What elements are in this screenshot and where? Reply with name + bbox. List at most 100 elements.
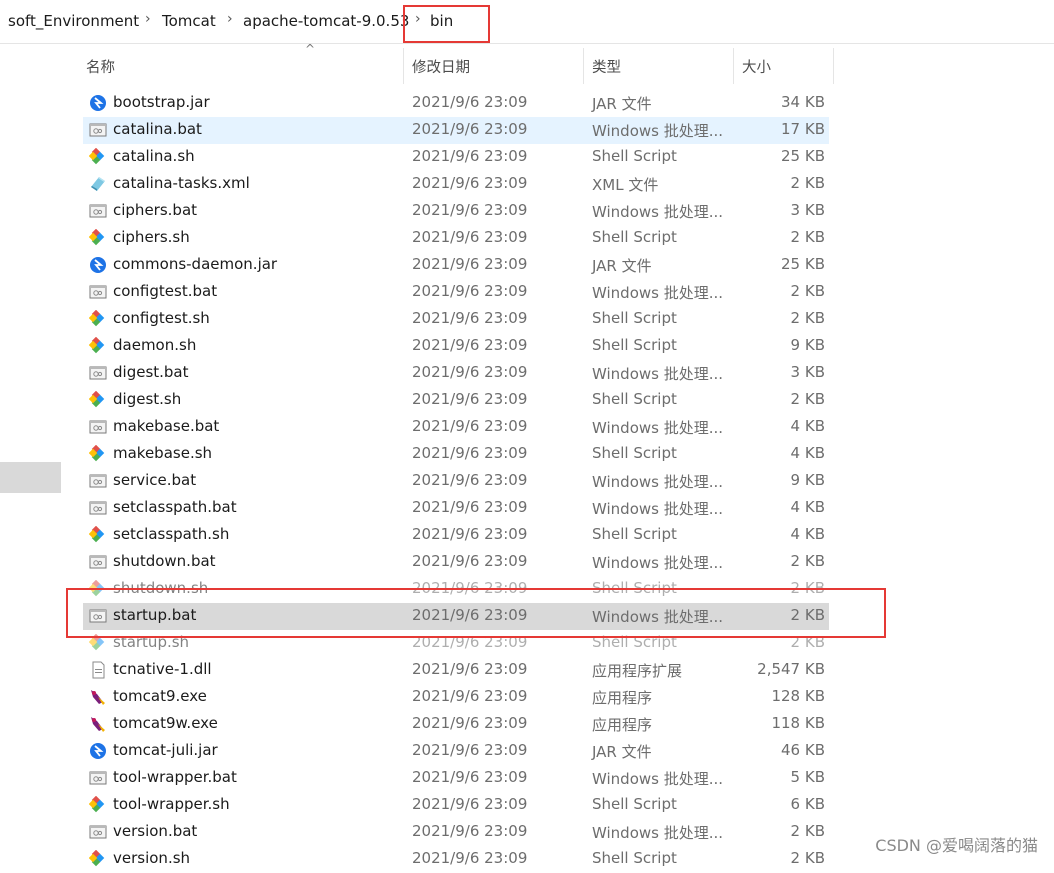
breadcrumb-item-soft-environment[interactable]: soft_Environment	[8, 12, 139, 30]
file-type: Windows 批处理...	[592, 419, 724, 437]
table-row[interactable]: setclasspath.sh 2021/9/6 23:09 Shell Scrip…	[83, 522, 829, 549]
file-size: 2,547 KB	[757, 660, 825, 678]
file-type: Shell Script	[592, 579, 677, 597]
table-row[interactable]: catalina.sh 2021/9/6 23:09 Shell Script 25 …	[83, 144, 829, 171]
table-row[interactable]: tomcat-juli.jar 2021/9/6 23:09 JAR 文件 46 KB	[83, 738, 829, 765]
file-type: 应用程序扩展	[592, 662, 683, 680]
table-row[interactable]: commons-daemon.jar 2021/9/6 23:09 JAR 文件 25…	[83, 252, 829, 279]
sh-icon	[88, 633, 107, 652]
file-name: configtest.sh	[113, 309, 210, 327]
bat-icon	[89, 769, 107, 787]
table-row[interactable]: ciphers.sh 2021/9/6 23:09 Shell Script 2 KB	[83, 225, 829, 252]
table-row[interactable]: makebase.sh 2021/9/6 23:09 Shell Script 4 K…	[83, 441, 829, 468]
file-type: JAR 文件	[592, 257, 652, 275]
table-row[interactable]: configtest.sh 2021/9/6 23:09 Shell Script 2…	[83, 306, 829, 333]
file-name: makebase.bat	[113, 417, 220, 435]
table-row[interactable]: daemon.sh 2021/9/6 23:09 Shell Script 9 KB	[83, 333, 829, 360]
file-type: Shell Script	[592, 444, 677, 462]
table-row[interactable]: bootstrap.jar 2021/9/6 23:09 JAR 文件 34 KB	[83, 90, 829, 117]
file-type: Shell Script	[592, 390, 677, 408]
table-row[interactable]: startup.sh 2021/9/6 23:09 Shell Script 2 KB	[83, 630, 829, 657]
column-header-type[interactable]: 类型	[592, 56, 621, 77]
file-size: 2 KB	[790, 390, 825, 408]
column-header-name[interactable]: 名称	[86, 56, 115, 77]
file-date: 2021/9/6 23:09	[412, 390, 528, 408]
file-name: ciphers.sh	[113, 228, 190, 246]
file-date: 2021/9/6 23:09	[412, 687, 528, 705]
table-row[interactable]: version.bat 2021/9/6 23:09 Windows 批处理... 2…	[83, 819, 829, 846]
column-header-date[interactable]: 修改日期	[412, 56, 470, 77]
file-size: 4 KB	[790, 498, 825, 516]
chevron-right-icon[interactable]: ›	[227, 11, 233, 27]
file-name: shutdown.bat	[113, 552, 216, 570]
table-row[interactable]: digest.sh 2021/9/6 23:09 Shell Script 2 KB	[83, 387, 829, 414]
table-row[interactable]: makebase.bat 2021/9/6 23:09 Windows 批处理...…	[83, 414, 829, 441]
table-row[interactable]: tool-wrapper.bat 2021/9/6 23:09 Windows 批处…	[83, 765, 829, 792]
bat-icon	[89, 553, 107, 571]
file-size: 6 KB	[790, 795, 825, 813]
file-date: 2021/9/6 23:09	[412, 174, 528, 192]
table-row[interactable]: catalina.bat 2021/9/6 23:09 Windows 批处理...…	[83, 117, 829, 144]
navigation-pane-selected-item[interactable]	[0, 462, 61, 493]
column-divider[interactable]	[733, 48, 734, 84]
bat-icon	[89, 607, 107, 625]
file-size: 128 KB	[771, 687, 825, 705]
table-row[interactable]: tool-wrapper.sh 2021/9/6 23:09 Shell Scrip…	[83, 792, 829, 819]
table-row[interactable]: service.bat 2021/9/6 23:09 Windows 批处理... 9…	[83, 468, 829, 495]
file-name: catalina.bat	[113, 120, 202, 138]
column-header-size[interactable]: 大小	[742, 56, 771, 77]
table-row[interactable]: tcnative-1.dll 2021/9/6 23:09 应用程序扩展 2,547 …	[83, 657, 829, 684]
watermark: CSDN @爱喝阔落的猫	[875, 836, 1038, 855]
chevron-right-icon[interactable]: ›	[415, 11, 421, 27]
file-name: tool-wrapper.bat	[113, 768, 237, 786]
file-size: 3 KB	[790, 363, 825, 381]
file-type: Windows 批处理...	[592, 473, 724, 491]
column-header-bar: ^ 名称 修改日期 类型 大小	[72, 42, 852, 90]
column-divider[interactable]	[583, 48, 584, 84]
file-date: 2021/9/6 23:09	[412, 660, 528, 678]
file-type: Windows 批处理...	[592, 500, 724, 518]
breadcrumb-item-bin[interactable]: bin	[430, 12, 453, 30]
table-row[interactable]: shutdown.bat 2021/9/6 23:09 Windows 批处理...…	[83, 549, 829, 576]
table-row[interactable]: startup.bat 2021/9/6 23:09 Windows 批处理... 2…	[83, 603, 829, 630]
sh-icon	[88, 336, 107, 355]
table-row[interactable]: digest.bat 2021/9/6 23:09 Windows 批处理... 3 …	[83, 360, 829, 387]
tomcat-exe-icon	[89, 715, 107, 733]
file-date: 2021/9/6 23:09	[412, 498, 528, 516]
file-type: JAR 文件	[592, 95, 652, 113]
table-row[interactable]: setclasspath.bat 2021/9/6 23:09 Windows 批处…	[83, 495, 829, 522]
file-size: 25 KB	[781, 255, 825, 273]
table-row[interactable]: ciphers.bat 2021/9/6 23:09 Windows 批处理... 3…	[83, 198, 829, 225]
breadcrumb-item-tomcat[interactable]: Tomcat	[162, 12, 216, 30]
navigation-pane[interactable]	[0, 44, 62, 866]
file-size: 4 KB	[790, 444, 825, 462]
file-name: setclasspath.sh	[113, 525, 230, 543]
sort-ascending-icon: ^	[305, 42, 316, 56]
sh-icon	[88, 309, 107, 328]
file-type: Shell Script	[592, 795, 677, 813]
file-name: configtest.bat	[113, 282, 218, 300]
file-size: 17 KB	[781, 120, 825, 138]
file-name: ciphers.bat	[113, 201, 198, 219]
table-row[interactable]: version.sh 2021/9/6 23:09 Shell Script 2 KB	[83, 846, 829, 873]
file-size: 2 KB	[790, 633, 825, 651]
table-row[interactable]: shutdown.sh 2021/9/6 23:09 Shell Script 2 K…	[83, 576, 829, 603]
column-divider[interactable]	[403, 48, 404, 84]
file-name: service.bat	[113, 471, 197, 489]
table-row[interactable]: configtest.bat 2021/9/6 23:09 Windows 批处理.…	[83, 279, 829, 306]
table-row[interactable]: catalina-tasks.xml 2021/9/6 23:09 XML 文件 2 …	[83, 171, 829, 198]
file-size: 46 KB	[781, 741, 825, 759]
table-row[interactable]: tomcat9.exe 2021/9/6 23:09 应用程序 128 KB	[83, 684, 829, 711]
file-date: 2021/9/6 23:09	[412, 741, 528, 759]
table-row[interactable]: tomcat9w.exe 2021/9/6 23:09 应用程序 118 KB	[83, 711, 829, 738]
breadcrumb-item-apache-tomcat[interactable]: apache-tomcat-9.0.53	[243, 12, 409, 30]
jar-icon	[89, 256, 107, 274]
sh-icon	[88, 390, 107, 409]
file-name: tomcat-juli.jar	[113, 741, 218, 759]
file-name: version.bat	[113, 822, 198, 840]
file-name: setclasspath.bat	[113, 498, 237, 516]
chevron-right-icon[interactable]: ›	[145, 11, 151, 27]
file-size: 2 KB	[790, 579, 825, 597]
column-divider[interactable]	[833, 48, 834, 84]
bat-icon	[89, 283, 107, 301]
